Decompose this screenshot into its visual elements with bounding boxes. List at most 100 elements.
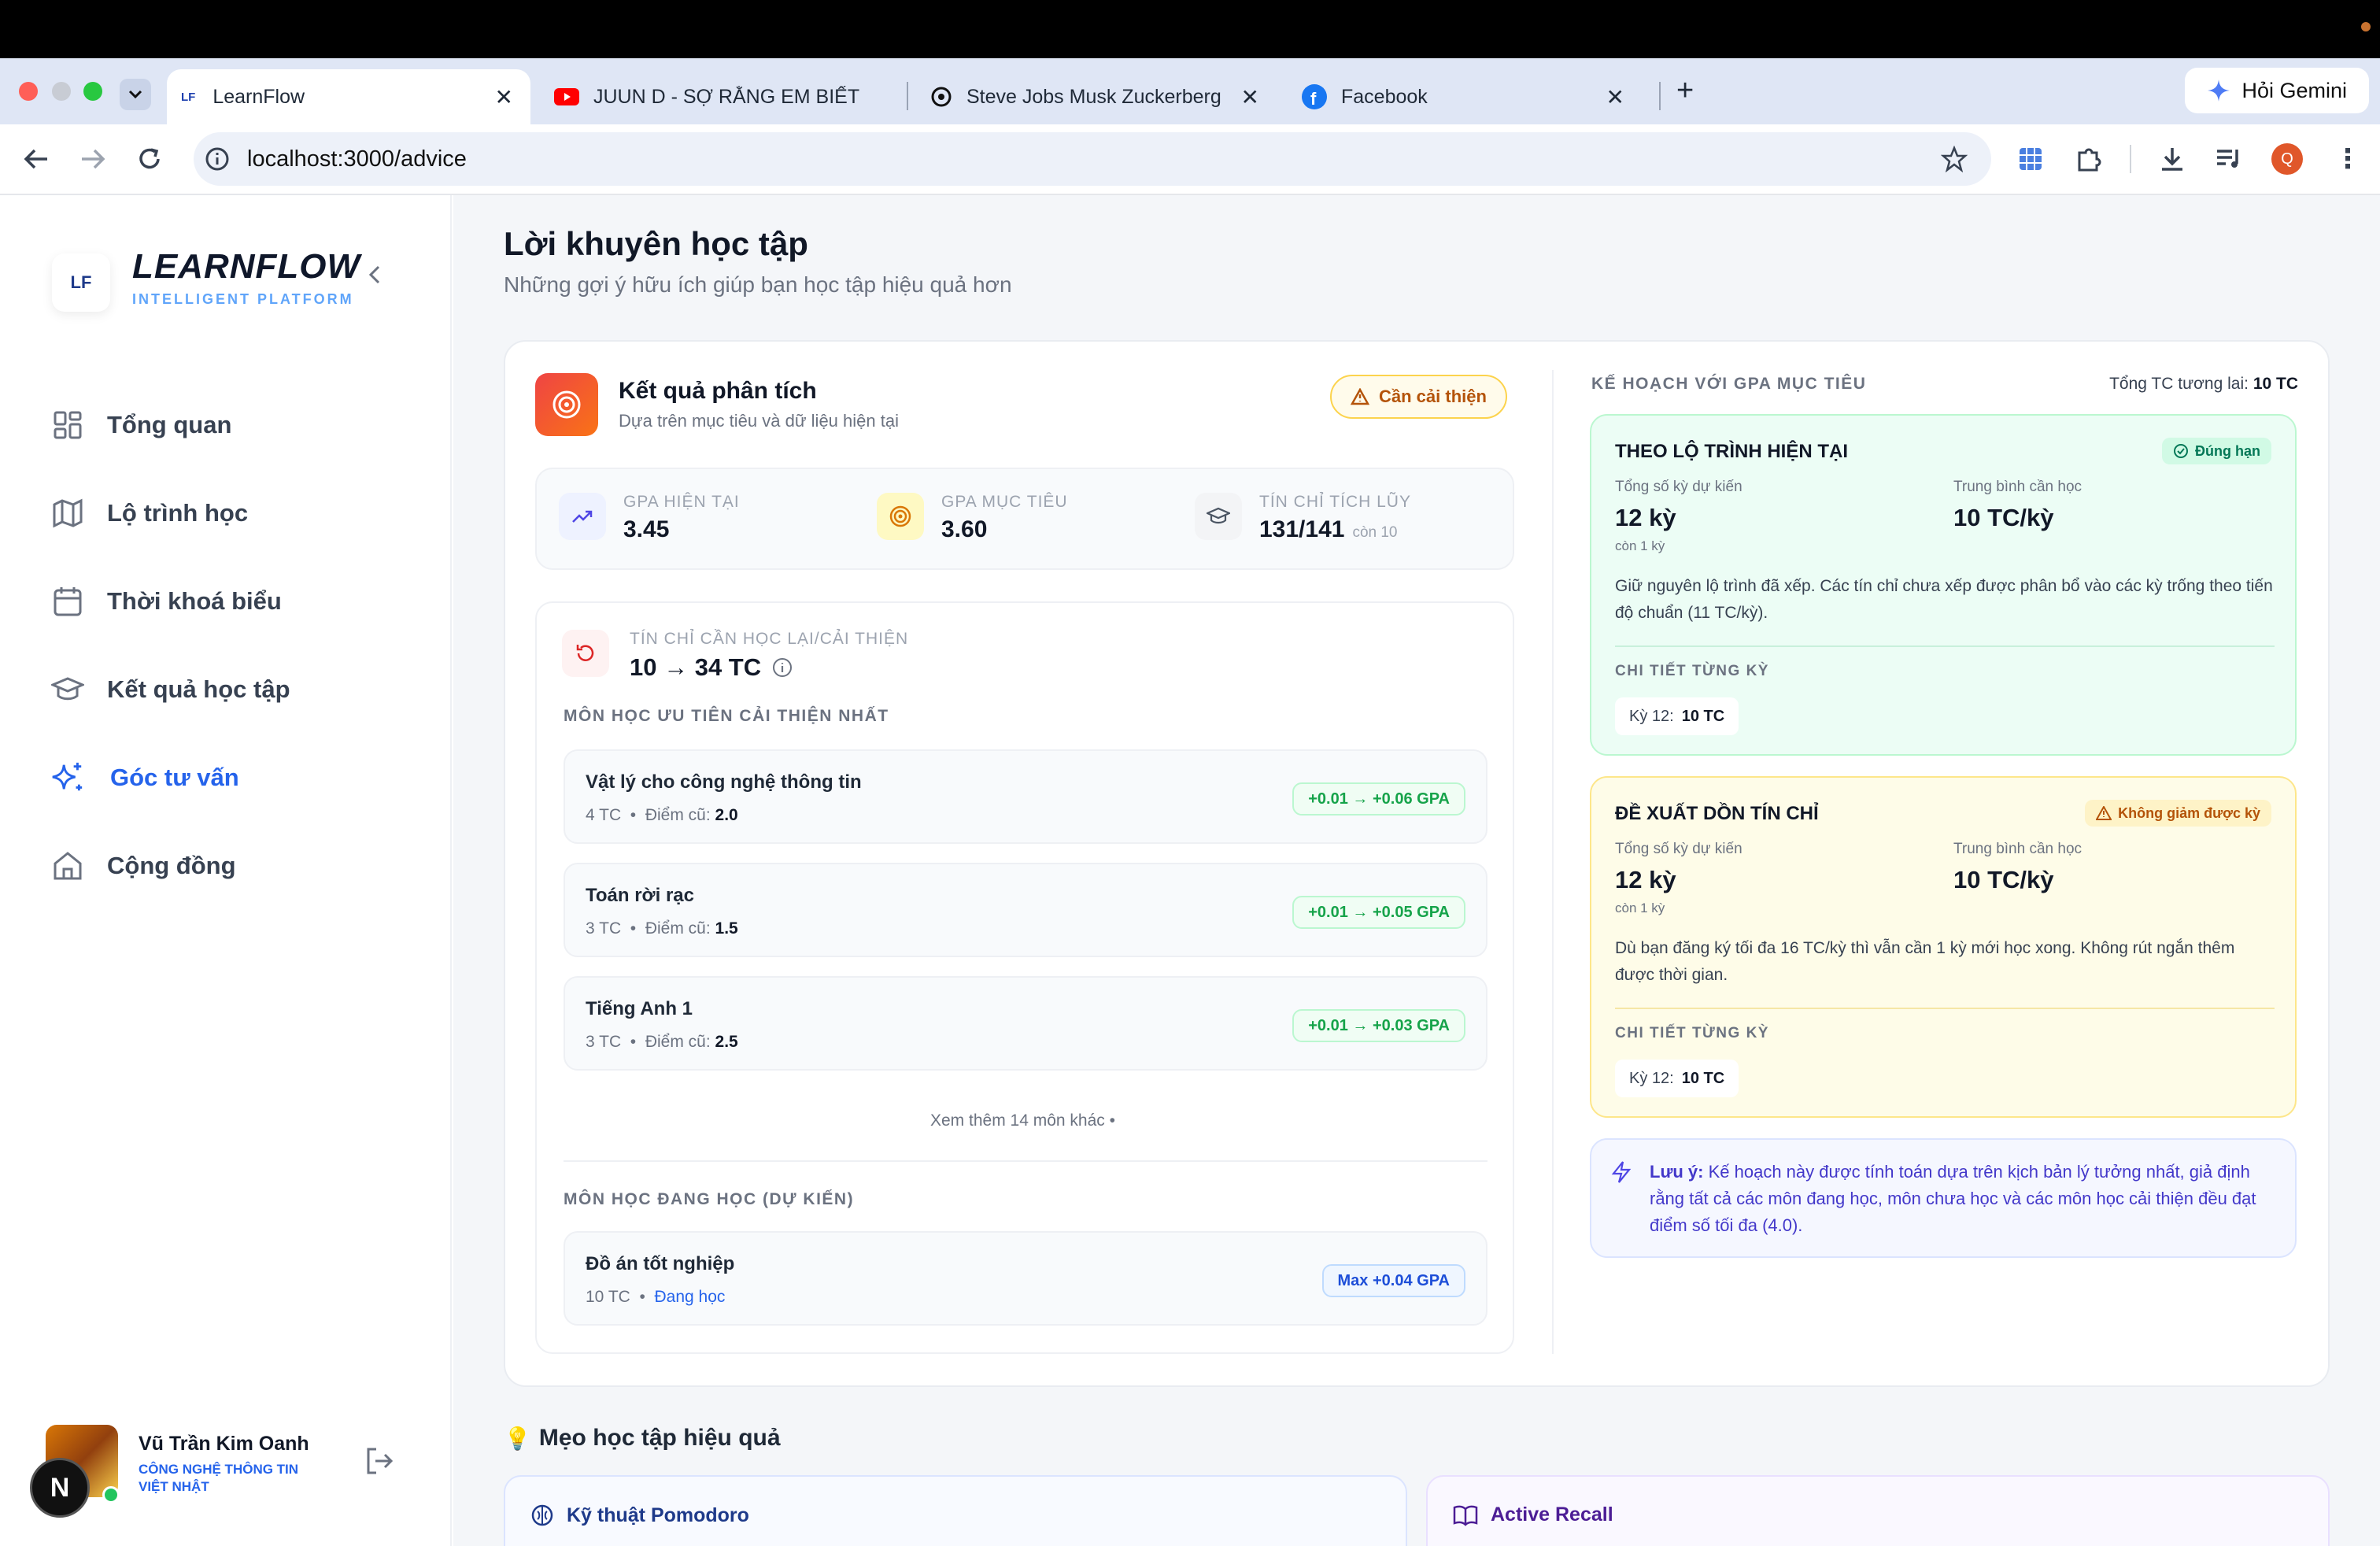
brand-name: LEARNFLOW xyxy=(132,247,361,286)
see-more-link[interactable]: Xem thêm 14 môn khác • xyxy=(930,1111,1115,1130)
sidebar-item-advice[interactable]: Góc tư vấn xyxy=(50,754,239,801)
retake-value-row: 10 → 34 TC xyxy=(630,653,793,682)
stat-value: 3.60 xyxy=(941,516,988,542)
media-control-icon[interactable] xyxy=(2215,146,2243,172)
warning-icon xyxy=(2096,806,2112,820)
list-item[interactable]: Đồ án tốt nghiệp 10 TC • Đang học Max +0… xyxy=(564,1231,1488,1326)
maximize-window-button[interactable] xyxy=(83,82,102,101)
info-icon[interactable] xyxy=(772,657,793,678)
status-badge-label: Cần cải thiện xyxy=(1379,386,1487,406)
site-info-icon[interactable] xyxy=(205,146,230,172)
stat-value: 131/141 xyxy=(1259,516,1345,542)
metric-value: 10 TC/kỳ xyxy=(1953,504,2054,531)
page-title: Lời khuyên học tập xyxy=(504,225,808,262)
plan-section-label: KẾ HOẠCH VỚI GPA MỤC TIÊU xyxy=(1591,375,1867,393)
page-subtitle: Những gợi ý hữu ích giúp bạn học tập hiệ… xyxy=(504,272,1012,297)
sidebar-item-label: Tổng quan xyxy=(107,411,232,438)
divider xyxy=(564,1160,1488,1162)
close-window-button[interactable] xyxy=(19,82,38,101)
divider xyxy=(1615,645,2275,647)
term-chip: Kỳ 12: 10 TC xyxy=(1615,1060,1739,1097)
tab-chatgpt[interactable]: Steve Jobs Musk Zuckerberg ✕ xyxy=(921,69,1277,124)
sidebar-item-roadmap[interactable]: Lộ trình học xyxy=(50,490,248,537)
new-tab-button[interactable]: + xyxy=(1676,74,1694,108)
reload-icon[interactable] xyxy=(135,145,164,173)
tip-title: Kỹ thuật Pomodoro xyxy=(567,1503,749,1526)
tip-card-active-recall[interactable]: Active Recall xyxy=(1426,1475,2330,1546)
app-logo: LF xyxy=(52,253,110,312)
back-icon[interactable] xyxy=(22,146,50,172)
metric-note: còn 1 kỳ xyxy=(1615,901,1665,915)
close-tab-icon[interactable]: ✕ xyxy=(1241,84,1259,110)
collapse-sidebar-icon[interactable] xyxy=(367,263,382,287)
tab-learnflow[interactable]: LF LearnFlow ✕ xyxy=(167,69,530,124)
online-status-dot xyxy=(102,1486,120,1503)
stat-label: TÍN CHỈ TÍCH LŨY xyxy=(1259,493,1411,511)
profile-avatar[interactable]: Q xyxy=(2271,143,2303,175)
tab-search-button[interactable] xyxy=(120,79,151,110)
stat-label: GPA HIỆN TẠI xyxy=(623,493,740,511)
close-tab-icon[interactable]: ✕ xyxy=(495,84,513,110)
dashboard-icon xyxy=(50,408,85,442)
plan-note: Lưu ý: Kế hoạch này được tính toán dựa t… xyxy=(1590,1138,2297,1258)
browser-menu-icon[interactable]: ⋮ xyxy=(2334,142,2361,176)
course-meta: 3 TC • Điểm cũ: 2.5 xyxy=(586,1033,738,1051)
status-badge: Không giảm được kỳ xyxy=(2085,800,2271,827)
tab-title: Facebook xyxy=(1341,85,1428,108)
retake-label: TÍN CHỈ CẦN HỌC LẠI/CẢI THIỆN xyxy=(630,630,909,648)
openai-icon xyxy=(931,87,952,107)
sidebar-item-label: Lộ trình học xyxy=(107,499,249,527)
address-bar[interactable]: localhost:3000/advice xyxy=(194,132,1991,186)
note-text: Lưu ý: Kế hoạch này được tính toán dựa t… xyxy=(1650,1162,2256,1235)
sidebar-item-timetable[interactable]: Thời khoá biểu xyxy=(50,578,282,625)
target-icon xyxy=(535,373,598,436)
close-tab-icon[interactable]: ✕ xyxy=(1606,84,1624,110)
status-badge: Đúng hạn xyxy=(2162,438,2271,464)
analysis-subtitle: Dựa trên mục tiêu và dữ liệu hiện tại xyxy=(619,411,899,431)
list-item[interactable]: Toán rời rạc 3 TC • Điểm cũ: 1.5 +0.01 →… xyxy=(564,863,1488,957)
logout-icon[interactable] xyxy=(364,1445,395,1477)
extension-grid-icon[interactable] xyxy=(2016,145,2045,173)
metric-label: Tổng số kỳ dự kiến xyxy=(1615,841,1743,857)
sidebar-item-overview[interactable]: Tổng quan xyxy=(50,401,231,449)
dev-tools-badge[interactable]: N xyxy=(30,1458,90,1518)
metric-label: Trung bình cần học xyxy=(1953,841,2082,857)
minimize-window-button[interactable] xyxy=(52,82,71,101)
divider xyxy=(1615,1008,2275,1009)
course-meta: 4 TC • Điểm cũ: 2.0 xyxy=(586,806,738,824)
list-item[interactable]: Tiếng Anh 1 3 TC • Điểm cũ: 2.5 +0.01 → … xyxy=(564,976,1488,1071)
metric-label: Tổng số kỳ dự kiến xyxy=(1615,479,1743,495)
retry-icon xyxy=(562,630,609,677)
tip-title: Active Recall xyxy=(1491,1503,1613,1526)
tip-card-pomodoro[interactable]: Kỹ thuật Pomodoro xyxy=(504,1475,1407,1546)
brain-icon xyxy=(531,1504,553,1526)
graduation-cap-icon xyxy=(1195,493,1242,540)
bookmark-star-icon[interactable] xyxy=(1941,146,1968,172)
download-icon[interactable] xyxy=(2158,145,2186,173)
course-meta: 10 TC • Đang học xyxy=(586,1288,726,1306)
course-name: Vật lý cho công nghệ thông tin xyxy=(586,771,862,793)
tab-youtube[interactable]: JUUN D - SỢ RẰNG EM BIẾT xyxy=(543,69,905,124)
plan-description: Dù bạn đăng ký tối đa 16 TC/kỳ thì vẫn c… xyxy=(1615,939,2235,984)
sidebar-item-results[interactable]: Kết quả học tập xyxy=(50,666,290,713)
home-icon xyxy=(50,849,85,883)
brand-tagline: INTELLIGENT PLATFORM xyxy=(132,291,354,307)
target-small-icon xyxy=(877,493,924,540)
metric-value: 10 TC/kỳ xyxy=(1953,866,2054,893)
user-name: Vũ Trần Kim Oanh xyxy=(139,1433,309,1455)
trending-up-icon xyxy=(559,493,606,540)
os-menu-bar xyxy=(0,0,2380,58)
stat-value: 3.45 xyxy=(623,516,670,542)
sidebar-item-community[interactable]: Cộng đồng xyxy=(50,842,236,890)
lightning-icon xyxy=(1611,1161,1632,1183)
tab-facebook[interactable]: f Facebook ✕ xyxy=(1291,69,1642,124)
detail-label: CHI TIẾT TỪNG KỲ xyxy=(1615,663,1769,679)
forward-icon[interactable] xyxy=(79,146,107,172)
ask-gemini-button[interactable]: Hỏi Gemini xyxy=(2185,68,2369,113)
list-item[interactable]: Vật lý cho công nghệ thông tin 4 TC • Đi… xyxy=(564,749,1488,844)
metric-label: Trung bình cần học xyxy=(1953,479,2082,495)
extensions-puzzle-icon[interactable] xyxy=(2075,145,2103,173)
stat-extra: còn 10 xyxy=(1352,524,1398,541)
current-section-label: MÔN HỌC ĐANG HỌC (DỰ KIẾN) xyxy=(564,1190,855,1208)
analysis-title: Kết quả phân tích xyxy=(619,378,817,404)
